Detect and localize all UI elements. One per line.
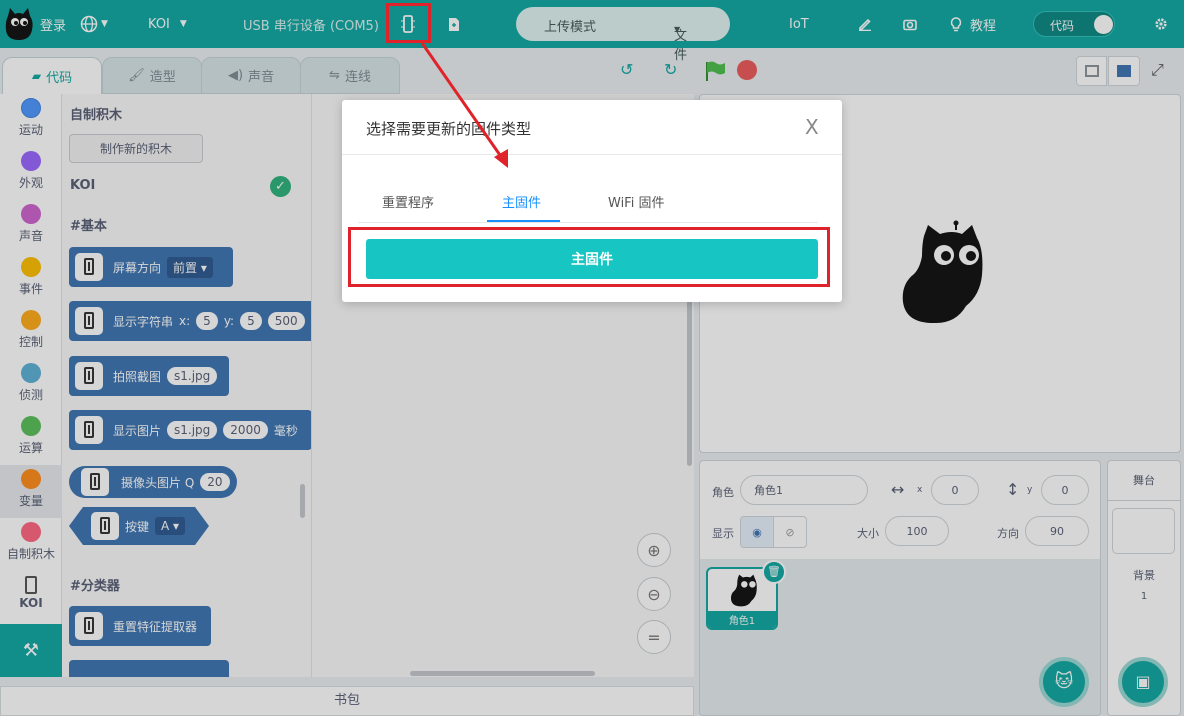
dialog-title: 选择需要更新的固件类型 <box>366 120 532 138</box>
tab-main-firmware[interactable]: 主固件 <box>502 192 541 211</box>
tab-reset-program[interactable]: 重置程序 <box>382 192 434 211</box>
highlight-box <box>348 227 830 287</box>
highlight-box <box>386 3 431 43</box>
divider <box>342 154 842 155</box>
active-tab-indicator <box>487 220 560 222</box>
close-icon: X <box>805 115 819 139</box>
tab-divider <box>358 222 818 223</box>
close-button[interactable]: X <box>805 117 819 137</box>
tab-wifi-firmware[interactable]: WiFi 固件 <box>608 192 664 211</box>
